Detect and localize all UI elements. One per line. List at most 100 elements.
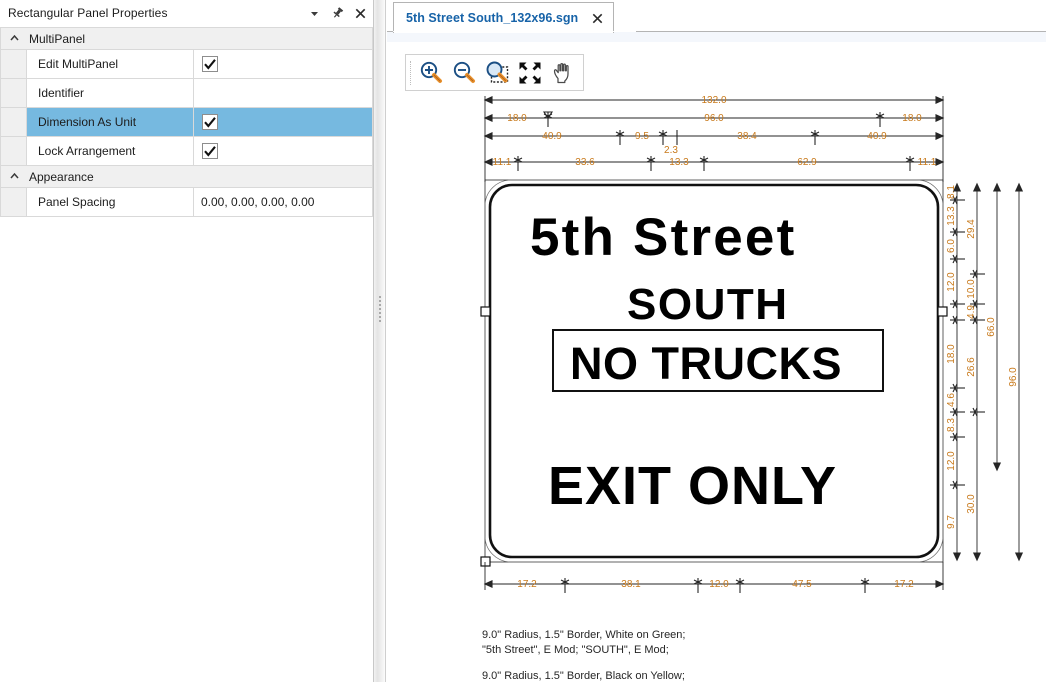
dim-top-629: 62.9 [797, 157, 817, 168]
chevron-up-icon[interactable] [1, 172, 27, 181]
property-value[interactable]: 0.00, 0.00, 0.00, 0.00 [194, 188, 372, 216]
tab-strip: 5th Street South_132x96.sgn [387, 0, 1046, 33]
dim-right-660: 66.0 [986, 317, 997, 337]
sign-line-1: 5th Street [530, 208, 796, 267]
dim-top-133: 13.3 [669, 157, 689, 168]
property-name: Lock Arrangement [27, 137, 194, 165]
property-row-gutter [1, 79, 27, 107]
dim-right-300: 30.0 [966, 494, 977, 514]
dim-right-180: 18.0 [946, 344, 957, 364]
panel-header-buttons [308, 0, 367, 26]
dim-right-100: 10.0 [966, 279, 977, 299]
tab-close-icon[interactable] [591, 12, 604, 25]
dim-top-96: 96.0 [704, 113, 724, 124]
property-row-gutter [1, 188, 27, 216]
property-category-multipanel[interactable]: MultiPanel [0, 28, 373, 50]
sign-line-4: EXIT ONLY [548, 456, 837, 516]
close-icon[interactable] [354, 7, 367, 20]
pin-icon[interactable] [331, 7, 344, 20]
dim-bottom-172a: 17.2 [517, 579, 537, 590]
property-value[interactable] [194, 79, 372, 107]
tab-active-underline [393, 31, 636, 32]
pan-hand-icon[interactable] [546, 56, 579, 89]
property-category-appearance[interactable]: Appearance [0, 166, 373, 188]
property-row[interactable]: Dimension As Unit [0, 108, 373, 137]
dim-right-81: 8.1 [946, 185, 957, 199]
property-name: Identifier [27, 79, 194, 107]
sign-line-3: NO TRUCKS [570, 338, 842, 389]
checkbox-checked-icon[interactable] [202, 56, 218, 72]
chevron-up-icon[interactable] [1, 34, 27, 43]
dim-right-960: 96.0 [1008, 367, 1019, 387]
category-label: Appearance [29, 169, 94, 184]
dim-right-83: 8.3 [946, 418, 957, 432]
caption-2-line-1: 9.0" Radius, 1.5" Border, Black on Yello… [482, 670, 685, 682]
dim-top-111b: 11.1 [918, 157, 937, 168]
dim-top-18b: 18.0 [902, 113, 922, 124]
zoom-window-icon[interactable] [480, 56, 513, 89]
dim-right-120b: 12.0 [946, 451, 957, 471]
dim-bottom-172b: 17.2 [894, 579, 914, 590]
sign-drawing-svg: 132.0 18.0 96.0 18.0 40.9 9.5 38.4 40.9 … [480, 95, 1024, 593]
chevron-down-icon[interactable] [308, 7, 321, 20]
property-name: Panel Spacing [27, 188, 194, 216]
panel-title: Rectangular Panel Properties [8, 6, 168, 20]
sign-caption-block: 9.0" Radius, 1.5" Border, White on Green… [482, 628, 685, 682]
property-row-gutter [1, 137, 27, 165]
property-name: Dimension As Unit [27, 108, 194, 136]
caption-gap [482, 658, 685, 669]
property-grid-body: MultiPanel Edit MultiPanel Identifier Dimen… [0, 27, 373, 217]
application-window: Rectangular Panel Properties MultiPanel … [0, 0, 1046, 682]
dim-top-111a: 11.1 [493, 157, 512, 168]
category-label: MultiPanel [29, 31, 86, 46]
property-grid[interactable]: MultiPanel Edit MultiPanel Identifier Dimen… [0, 26, 373, 682]
sign-line-2: SOUTH [627, 280, 789, 329]
dim-right-97: 9.7 [946, 515, 957, 529]
canvas-band: 132.0 18.0 96.0 18.0 40.9 9.5 38.4 40.9 … [387, 32, 1046, 682]
property-name: Edit MultiPanel [27, 50, 194, 78]
zoom-out-icon[interactable] [447, 56, 480, 89]
property-row-gutter [1, 50, 27, 78]
dim-right-46: 4.6 [946, 393, 957, 407]
caption-1-line-2: "5th Street", E Mod; "SOUTH", E Mod; [482, 644, 669, 656]
panel-splitter[interactable] [374, 0, 386, 682]
dim-right-266: 26.6 [966, 357, 977, 377]
dim-bottom-381: 38.1 [621, 579, 641, 590]
dim-bottom-475: 47.5 [792, 579, 812, 590]
dim-right-49: 4.9 [966, 305, 977, 319]
view-toolbar [405, 54, 584, 91]
top-dimension-labels: 132.0 18.0 96.0 18.0 40.9 9.5 38.4 40.9 … [493, 95, 937, 168]
checkbox-checked-icon[interactable] [202, 143, 218, 159]
property-row[interactable]: Panel Spacing 0.00, 0.00, 0.00, 0.00 [0, 188, 373, 217]
properties-panel: Rectangular Panel Properties MultiPanel … [0, 0, 374, 682]
property-value[interactable] [194, 108, 372, 136]
dim-top-40b: 40.9 [867, 131, 887, 142]
dim-right-60: 6.0 [946, 239, 957, 253]
dim-top-384: 38.4 [737, 131, 757, 142]
zoom-extents-icon[interactable] [513, 56, 546, 89]
dim-top-23: 2.3 [664, 145, 678, 156]
dim-top-95: 9.5 [635, 131, 649, 142]
checkbox-checked-icon[interactable] [202, 114, 218, 130]
property-row[interactable]: Lock Arrangement [0, 137, 373, 166]
tab-label: 5th Street South_132x96.sgn [406, 11, 579, 25]
caption-1-line-1: 9.0" Radius, 1.5" Border, White on Green… [482, 629, 686, 641]
property-row[interactable]: Identifier [0, 79, 373, 108]
property-value[interactable] [194, 137, 372, 165]
sign-drawing[interactable]: 132.0 18.0 96.0 18.0 40.9 9.5 38.4 40.9 … [387, 92, 1046, 682]
tab-sign-document[interactable]: 5th Street South_132x96.sgn [393, 2, 615, 33]
zoom-in-icon[interactable] [414, 56, 447, 89]
property-row[interactable]: Edit MultiPanel [0, 50, 373, 79]
dim-bottom-120: 12.0 [709, 579, 729, 590]
dim-top-40a: 40.9 [542, 131, 562, 142]
dim-top-18a: 18.0 [507, 113, 527, 124]
toolbar-grip [410, 60, 413, 85]
properties-panel-header: Rectangular Panel Properties [0, 0, 373, 27]
property-value[interactable] [194, 50, 372, 78]
dim-top-336: 33.6 [575, 157, 595, 168]
dim-right-120a: 12.0 [946, 272, 957, 292]
dim-right-294: 29.4 [966, 219, 977, 239]
dim-right-133: 13.3 [946, 206, 957, 226]
splitter-grip-icon [379, 296, 381, 322]
document-area: 5th Street South_132x96.sgn 132.0 18.0 9… [387, 0, 1046, 682]
